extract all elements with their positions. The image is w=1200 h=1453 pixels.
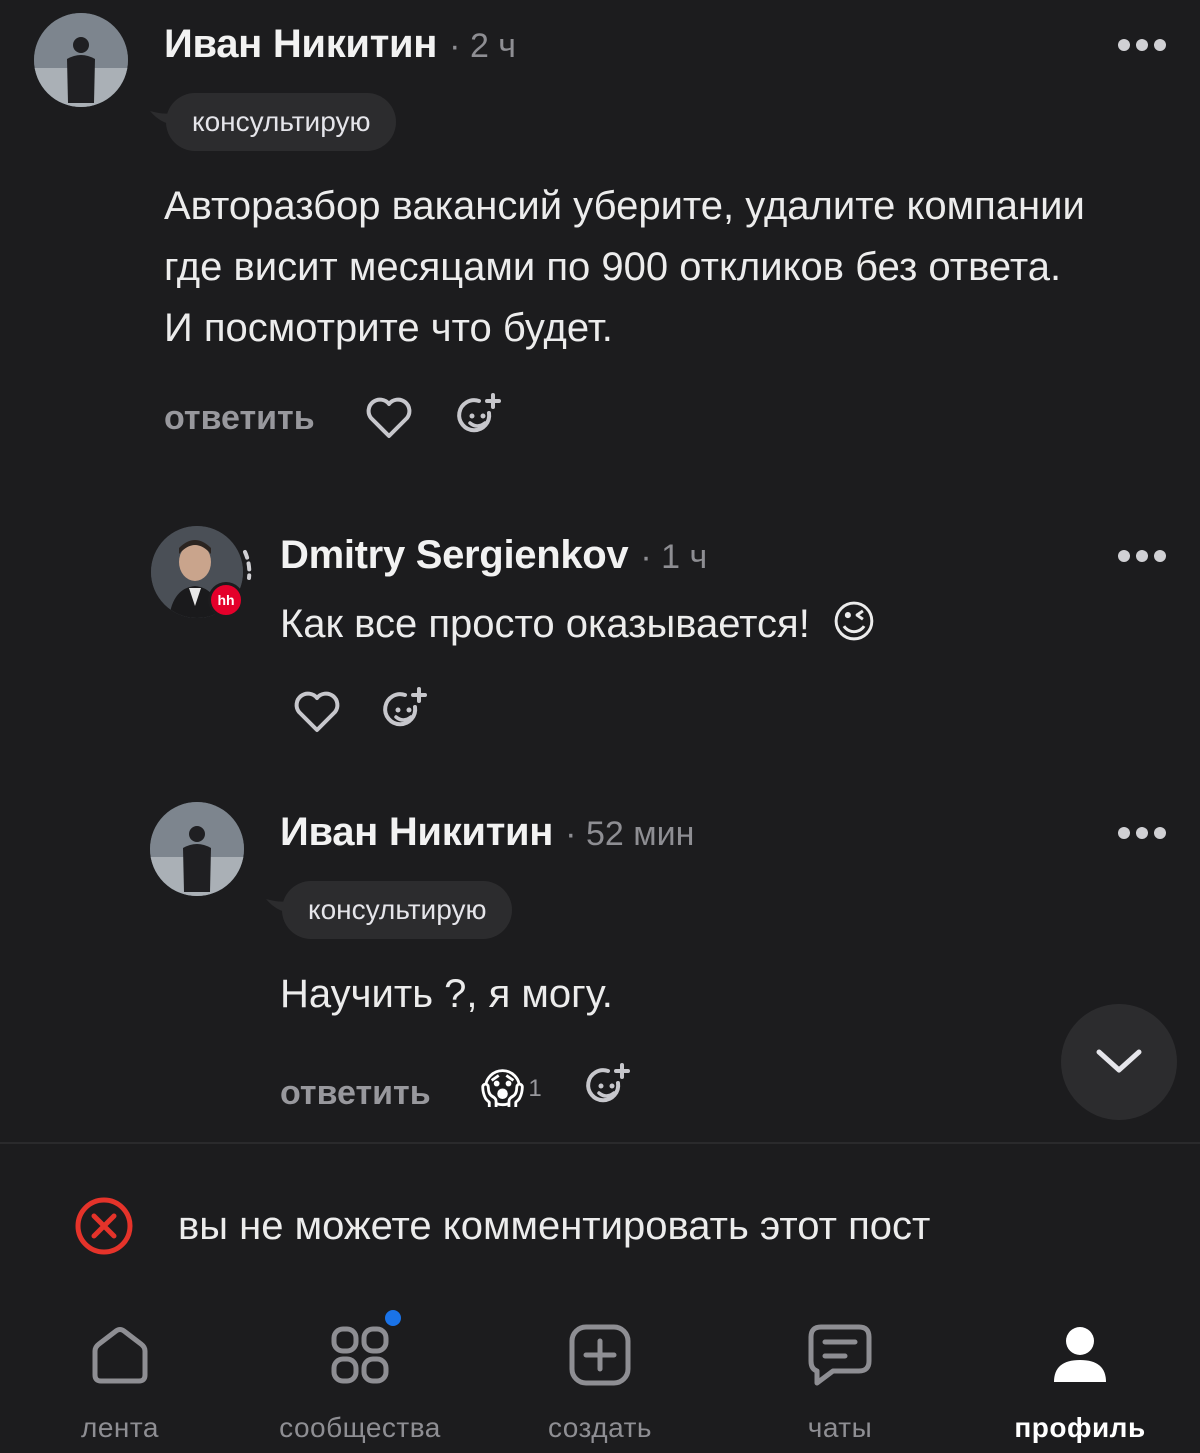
comments-disabled-notice: вы не можете комментировать этот пост (74, 1196, 930, 1256)
tab-label: лента (81, 1412, 159, 1443)
dot-icon (1154, 827, 1166, 839)
status-badge-label: консультирую (308, 894, 487, 925)
timestamp: · 2 ч (449, 27, 517, 65)
author-name[interactable]: Иван Никитин (280, 810, 553, 855)
scroll-down-button[interactable] (1061, 1004, 1177, 1120)
comment-text-line: Как все просто оказывается! (280, 602, 810, 646)
author-line: Иван Никитин · 52 мин (280, 810, 694, 855)
reply-button[interactable]: ответить (280, 1074, 431, 1113)
tab-communities[interactable]: сообщества (240, 1300, 480, 1453)
tab-label: профиль (1014, 1412, 1146, 1443)
status-badge: консультирую (266, 881, 513, 939)
add-reaction-icon[interactable] (381, 685, 429, 733)
notification-dot (385, 1310, 401, 1326)
timestamp: · 1 ч (640, 538, 708, 576)
comment-text-line: И посмотрите что будет. (164, 306, 613, 350)
tab-profile[interactable]: профиль (960, 1300, 1200, 1453)
like-heart-icon[interactable] (293, 690, 341, 734)
dot-icon (1136, 550, 1148, 562)
error-circle-icon (75, 1197, 133, 1255)
chat-icon (805, 1320, 875, 1390)
tab-label: создать (547, 1412, 652, 1443)
author-line: Dmitry Sergienkov · 1 ч (280, 533, 707, 578)
reaction-chip[interactable]: 😱 1 (481, 1064, 542, 1113)
tab-bar: лента сообщества создать чаты профиль (0, 1300, 1200, 1453)
hh-badge: hh (208, 582, 244, 618)
like-heart-icon[interactable] (365, 396, 413, 440)
reply-button[interactable]: ответить (164, 399, 315, 438)
dot-icon (1118, 827, 1130, 839)
dot-icon (1118, 550, 1130, 562)
comment-text-line: Авторазбор вакансий уберите, удалите ком… (164, 184, 1085, 228)
avatar[interactable] (150, 802, 244, 896)
tab-create[interactable]: создать (480, 1300, 720, 1453)
divider (0, 1142, 1200, 1144)
tab-label: чаты (807, 1412, 873, 1443)
dot-icon (1154, 550, 1166, 562)
comment-text: Научить ?, я могу. (280, 972, 613, 1016)
comment-text: Авторазбор вакансий уберите, удалите ком… (164, 176, 1085, 359)
plus-square-icon (565, 1320, 635, 1390)
notice-text: вы не можете комментировать этот пост (178, 1203, 931, 1248)
tab-feed[interactable]: лента (0, 1300, 240, 1453)
status-badge-label: консультирую (192, 106, 371, 137)
comment-actions: ответить (164, 393, 503, 440)
person-icon (1045, 1320, 1115, 1390)
dot-icon (1118, 39, 1130, 51)
dot-icon (1136, 39, 1148, 51)
author-name[interactable]: Dmitry Sergienkov (280, 533, 629, 578)
author-name[interactable]: Иван Никитин (164, 22, 437, 67)
more-options-button[interactable] (1118, 549, 1166, 563)
more-options-button[interactable] (1118, 826, 1166, 840)
wink-emoji-icon: 😉 (830, 598, 877, 647)
more-options-button[interactable] (1118, 38, 1166, 52)
comment-actions (293, 687, 429, 734)
comment-actions: ответить 😱 1 (280, 1061, 632, 1113)
tab-label: сообщества (279, 1412, 441, 1443)
add-reaction-icon[interactable] (584, 1061, 632, 1109)
comment-text: Как все просто оказывается! 😉 (280, 592, 877, 655)
chevron-down-icon (1096, 1049, 1142, 1073)
grid-icon (325, 1310, 401, 1390)
home-icon (85, 1320, 155, 1390)
scream-emoji-icon: 😱 (480, 1065, 525, 1112)
status-badge: консультирую (150, 93, 397, 151)
timestamp: · 52 мин (565, 815, 695, 853)
author-line: Иван Никитин · 2 ч (164, 22, 516, 67)
comment-text-line: где висит месяцами по 900 откликов без о… (164, 245, 1062, 289)
avatar[interactable] (34, 13, 128, 107)
add-reaction-icon[interactable] (455, 391, 503, 439)
dot-icon (1136, 827, 1148, 839)
reaction-count: 1 (528, 1074, 542, 1102)
dot-icon (1154, 39, 1166, 51)
tab-chats[interactable]: чаты (720, 1300, 960, 1453)
